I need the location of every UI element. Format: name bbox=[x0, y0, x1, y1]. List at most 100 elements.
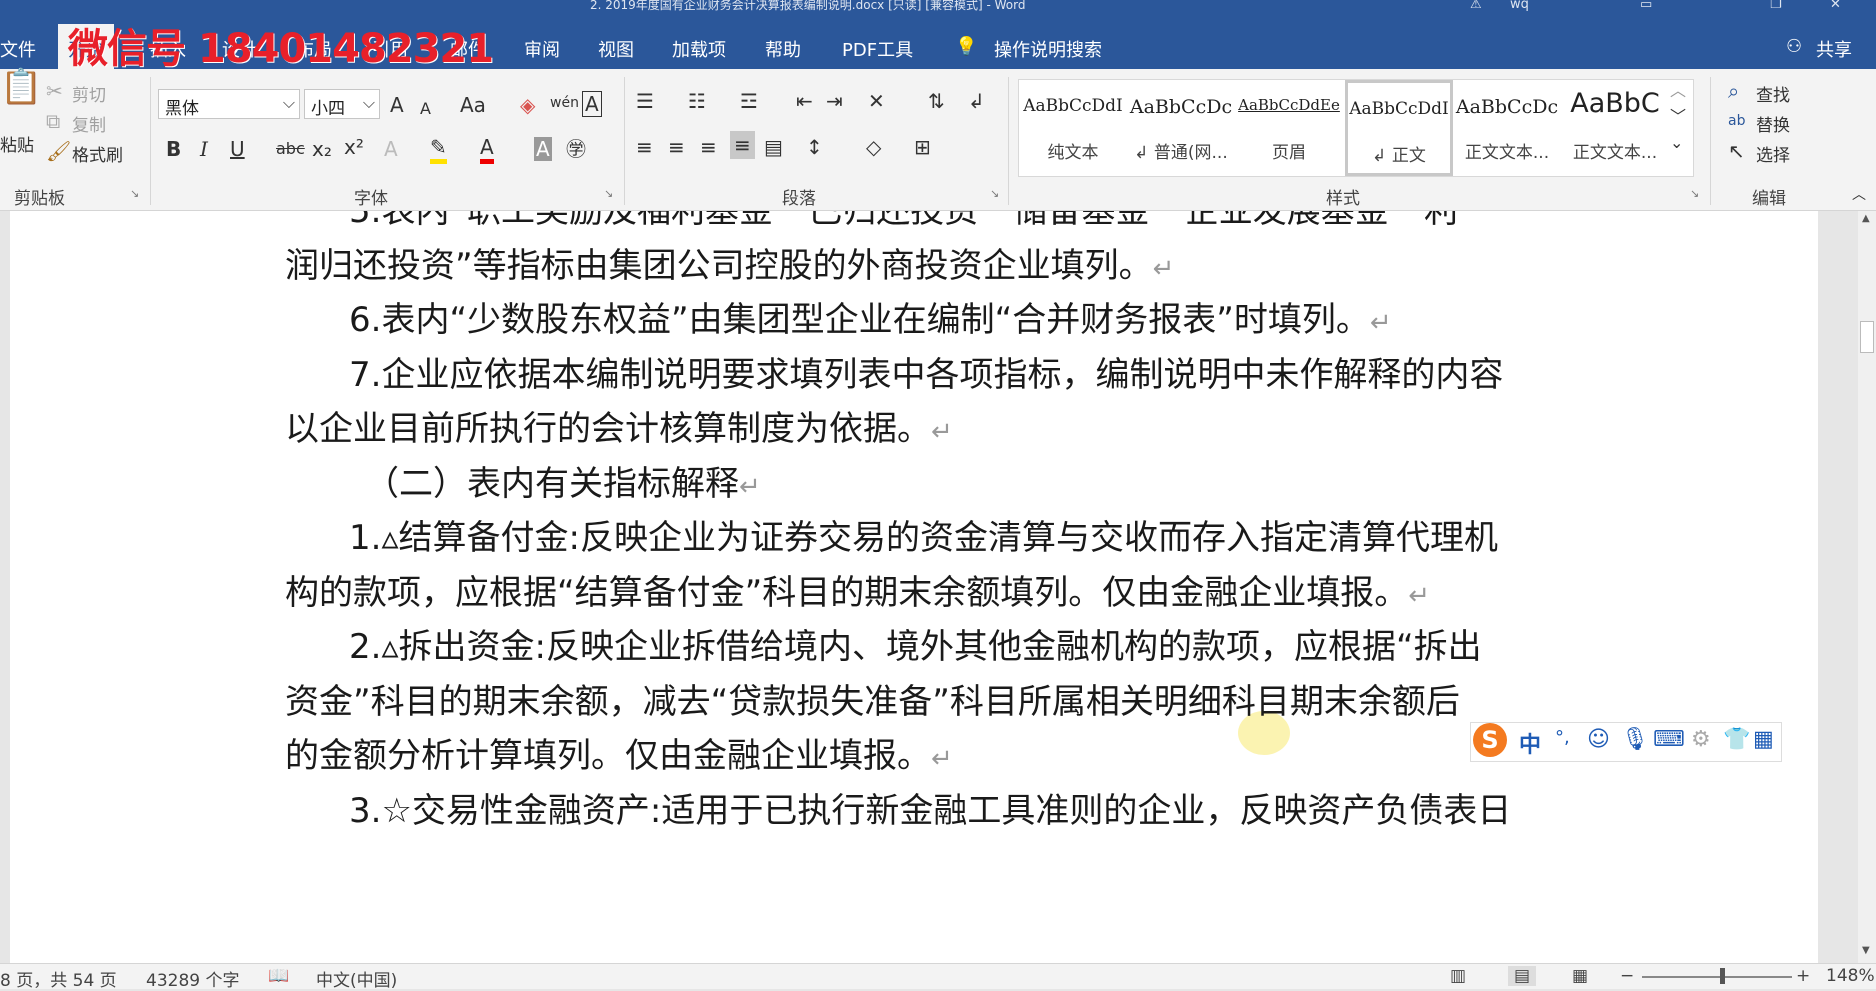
tab-help[interactable]: 帮助 bbox=[765, 36, 801, 62]
microphone-icon[interactable]: 🎙 bbox=[1621, 727, 1649, 752]
increase-indent-icon[interactable]: ⇥ bbox=[826, 89, 843, 113]
find-button[interactable]: 查找 bbox=[1756, 81, 1790, 106]
font-name-combo[interactable]: 黑体 ⌵ bbox=[158, 89, 300, 119]
align-right-icon[interactable]: ≡ bbox=[700, 135, 717, 159]
zoom-level[interactable]: 148% bbox=[1826, 966, 1875, 986]
tab-pdf-tools[interactable]: PDF工具 bbox=[842, 36, 913, 62]
cut-button[interactable]: 剪切 bbox=[72, 81, 106, 106]
highlight-icon[interactable]: ✎ bbox=[430, 135, 447, 164]
multilevel-list-icon[interactable]: ☲ bbox=[740, 89, 758, 113]
replace-icon[interactable]: ab bbox=[1728, 109, 1745, 133]
select-button[interactable]: 选择 bbox=[1756, 141, 1790, 166]
phonetic-guide-button[interactable]: wén bbox=[550, 91, 579, 115]
subscript-button[interactable]: x₂ bbox=[312, 137, 332, 161]
format-painter-button[interactable]: 格式刷 bbox=[72, 141, 123, 166]
underline-button[interactable]: U bbox=[230, 137, 245, 161]
style-normal[interactable]: AaBbCcDdI ↲ 正文 bbox=[1345, 80, 1453, 176]
italic-button[interactable]: I bbox=[200, 137, 208, 161]
grow-font-button[interactable]: A bbox=[390, 93, 404, 117]
tab-view[interactable]: 视图 bbox=[598, 36, 634, 62]
copy-button[interactable]: 复制 bbox=[72, 111, 106, 136]
style-normal-web[interactable]: AaBbCcDc ↲ 普通(网... bbox=[1127, 80, 1235, 176]
cut-icon[interactable]: ✂ bbox=[46, 79, 63, 103]
style-plain-text[interactable]: AaBbCcDdI 纯文本 bbox=[1019, 80, 1127, 176]
proofing-icon[interactable]: 📖 bbox=[268, 966, 289, 986]
document-page[interactable]: 5.表内“职工奖励及福利基金”“已归还投资”“储备基金”“企业发展基金”“利 润… bbox=[10, 211, 1818, 963]
styles-scroll-up-icon[interactable]: ︿ bbox=[1670, 79, 1686, 103]
font-size-combo[interactable]: 小四 ⌵ bbox=[304, 89, 380, 119]
superscript-button[interactable]: x² bbox=[344, 135, 364, 159]
find-icon[interactable]: ⌕ bbox=[1728, 79, 1739, 103]
page-count[interactable]: 8 页，共 54 页 bbox=[0, 966, 117, 991]
share-button[interactable]: 共享 bbox=[1816, 36, 1852, 62]
clear-format-icon[interactable]: ◈ bbox=[520, 93, 535, 117]
enclose-char-icon[interactable]: ㊫ bbox=[566, 137, 586, 161]
paste-icon[interactable]: 📋 bbox=[0, 70, 42, 104]
strikethrough-button[interactable]: abc bbox=[276, 137, 305, 161]
close-icon[interactable]: ✕ bbox=[1830, 0, 1841, 12]
ime-language-toggle[interactable]: 中 bbox=[1519, 727, 1541, 759]
tell-me-search[interactable]: 操作说明搜索 bbox=[994, 36, 1102, 62]
ime-toolbar[interactable]: S 中 °, ☺ 🎙 ⌨ ⚙ 👕 ▦ bbox=[1470, 722, 1782, 762]
keyboard-icon[interactable]: ⌨ bbox=[1653, 727, 1685, 752]
text-effects-icon[interactable]: A bbox=[384, 137, 398, 161]
shrink-font-button[interactable]: A bbox=[420, 97, 431, 121]
paragraph-launcher-icon[interactable]: ↘ bbox=[990, 187, 999, 200]
bold-button[interactable]: B bbox=[166, 137, 181, 161]
select-icon[interactable]: ↖ bbox=[1728, 139, 1745, 163]
justify-icon[interactable]: ≡ bbox=[730, 131, 755, 159]
paste-button[interactable]: 粘贴 bbox=[0, 131, 34, 156]
clipboard-launcher-icon[interactable]: ↘ bbox=[130, 187, 139, 200]
zoom-out-button[interactable]: − bbox=[1620, 966, 1634, 986]
char-shading-icon[interactable]: A bbox=[534, 137, 552, 161]
align-left-icon[interactable]: ≡ bbox=[636, 135, 653, 159]
print-layout-icon[interactable]: ▤ bbox=[1508, 966, 1537, 986]
read-mode-icon[interactable]: ▥ bbox=[1450, 966, 1466, 986]
font-color-icon[interactable]: A bbox=[480, 135, 494, 164]
scroll-up-icon[interactable]: ▲ bbox=[1862, 213, 1870, 224]
tab-file[interactable]: 文件 bbox=[0, 36, 36, 62]
zoom-in-button[interactable]: + bbox=[1796, 966, 1810, 986]
web-layout-icon[interactable]: ▦ bbox=[1572, 966, 1588, 986]
language-indicator[interactable]: 中文(中国) bbox=[316, 966, 397, 991]
tools-icon[interactable]: ⚙ bbox=[1691, 727, 1711, 752]
restore-icon[interactable]: ❐ bbox=[1770, 0, 1782, 12]
tab-addins[interactable]: 加载项 bbox=[672, 36, 726, 62]
align-center-icon[interactable]: ≡ bbox=[668, 135, 685, 159]
styles-launcher-icon[interactable]: ↘ bbox=[1690, 187, 1699, 200]
bullets-icon[interactable]: ☰ bbox=[636, 89, 654, 113]
shading-icon[interactable]: ◇ bbox=[866, 135, 881, 159]
decrease-indent-icon[interactable]: ⇤ bbox=[796, 89, 813, 113]
zoom-slider-thumb[interactable] bbox=[1720, 968, 1725, 984]
skin-icon[interactable]: 👕 bbox=[1723, 727, 1750, 752]
font-launcher-icon[interactable]: ↘ bbox=[604, 187, 613, 200]
line-spacing-icon[interactable]: ↕ bbox=[806, 135, 823, 159]
styles-scroll-down-icon[interactable]: ﹀ bbox=[1670, 105, 1686, 129]
distributed-icon[interactable]: ▤ bbox=[764, 135, 783, 159]
ime-punctuation-toggle[interactable]: °, bbox=[1555, 727, 1570, 748]
sort-icon[interactable]: ⇅ bbox=[928, 89, 945, 113]
scroll-down-icon[interactable]: ▼ bbox=[1862, 945, 1870, 956]
style-body-text-2[interactable]: AaBbC 正文文本... bbox=[1561, 80, 1669, 176]
collapse-ribbon-icon[interactable]: ︿ bbox=[1852, 183, 1866, 207]
emoji-icon[interactable]: ☺ bbox=[1587, 727, 1610, 752]
style-body-text[interactable]: AaBbCcDc 正文文本... bbox=[1453, 80, 1561, 176]
zoom-slider[interactable] bbox=[1642, 976, 1792, 978]
grid-menu-icon[interactable]: ▦ bbox=[1753, 727, 1774, 752]
char-border-button[interactable]: A bbox=[582, 91, 602, 117]
ribbon-display-icon[interactable]: ▭ bbox=[1640, 0, 1652, 12]
borders-icon[interactable]: ⊞ bbox=[914, 135, 931, 159]
styles-more-icon[interactable]: ⌄ bbox=[1670, 131, 1683, 155]
change-case-button[interactable]: Aa bbox=[460, 93, 486, 117]
tab-review[interactable]: 审阅 bbox=[524, 36, 560, 62]
format-painter-icon[interactable]: 🖌 bbox=[46, 139, 71, 163]
numbering-icon[interactable]: ☷ bbox=[688, 89, 706, 113]
style-header[interactable]: AaBbCcDdEe 页眉 bbox=[1235, 80, 1343, 176]
word-count[interactable]: 43289 个字 bbox=[146, 966, 239, 991]
show-marks-icon[interactable]: ↲ bbox=[968, 89, 985, 113]
vertical-scrollbar[interactable]: ▲ ▼ bbox=[1858, 211, 1876, 963]
replace-button[interactable]: 替换 bbox=[1756, 111, 1790, 136]
scrollbar-thumb[interactable] bbox=[1860, 321, 1874, 353]
asian-layout-icon[interactable]: ✕ bbox=[868, 89, 885, 113]
copy-icon[interactable]: ⧉ bbox=[46, 109, 60, 133]
